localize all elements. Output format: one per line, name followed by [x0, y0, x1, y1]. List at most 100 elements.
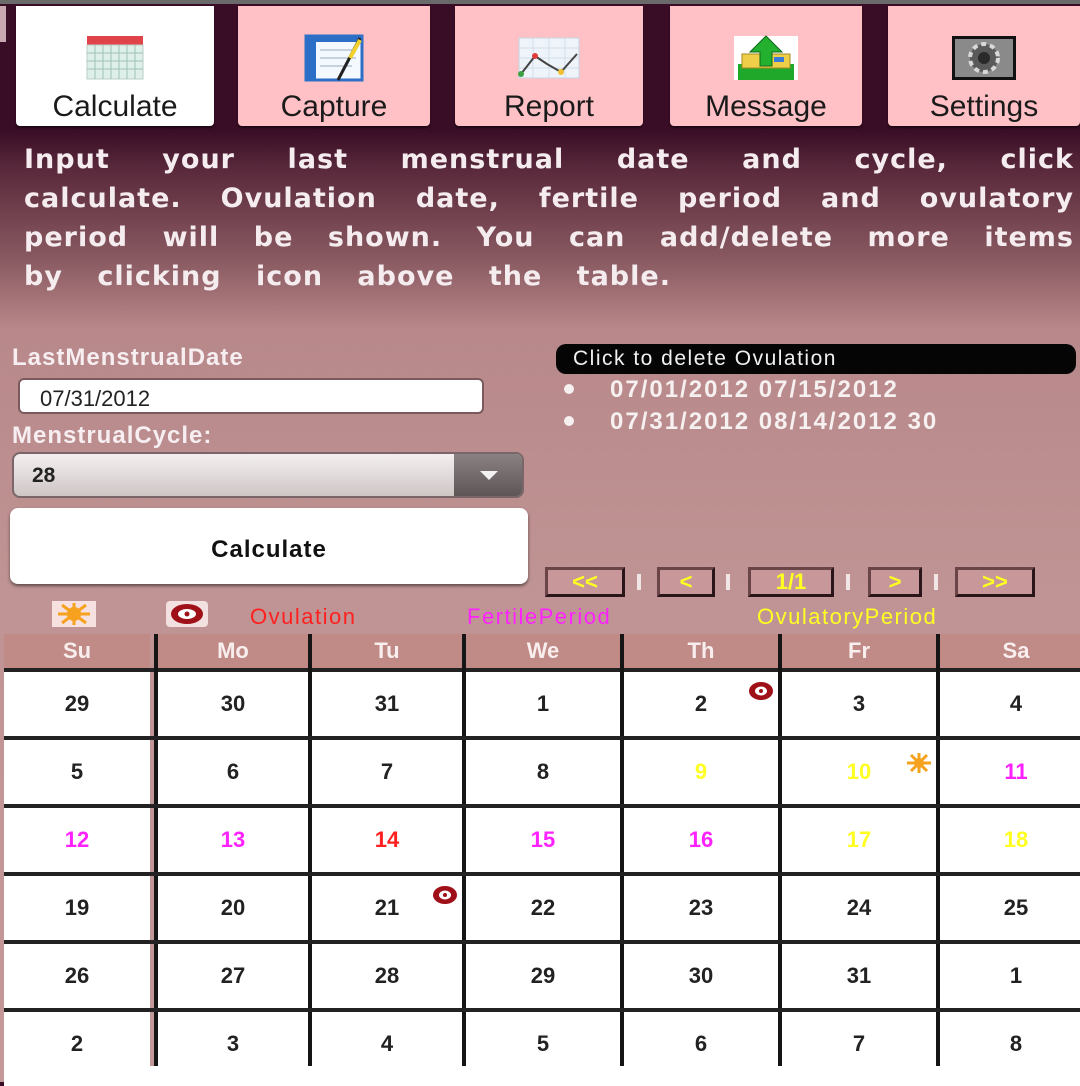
day-number: 12 — [64, 827, 90, 852]
ovulation-item-text: 07/31/2012 08/14/2012 30 — [610, 408, 939, 435]
legend-ovulation: Ovulation — [250, 604, 357, 629]
day-number: 28 — [374, 963, 400, 988]
calendar-day-cell[interactable]: 1 — [940, 944, 1080, 1008]
calendar-day-cell[interactable]: 5 — [4, 740, 150, 804]
tab-capture[interactable]: Capture — [238, 6, 430, 126]
calendar-day-cell[interactable]: 31 — [312, 672, 462, 736]
ovulation-list-item[interactable]: 07/31/2012 08/14/2012 30 — [556, 406, 1080, 438]
weekday-header-su: Su — [4, 634, 150, 668]
calendar-day-cell[interactable]: 31 — [782, 944, 936, 1008]
day-number: 26 — [64, 963, 90, 988]
page-indicator[interactable]: 1/1 — [748, 567, 834, 597]
day-number: 31 — [374, 691, 400, 716]
grid-line — [936, 634, 940, 1066]
day-number: 27 — [220, 963, 246, 988]
day-number: 9 — [694, 759, 708, 784]
calendar-day-cell[interactable]: 22 — [466, 876, 620, 940]
calendar-day-cell[interactable]: 30 — [158, 672, 308, 736]
day-number: 18 — [1003, 827, 1029, 852]
tab-settings[interactable]: Settings — [888, 6, 1080, 126]
calendar-day-cell[interactable]: 1 — [466, 672, 620, 736]
calendar-day-cell[interactable]: 18 — [940, 808, 1080, 872]
tab-message[interactable]: Message — [670, 6, 862, 126]
grid-line — [4, 940, 1080, 944]
grid-line — [462, 634, 466, 1066]
weekday-header-we: We — [466, 634, 620, 668]
weekday-header-sa: Sa — [940, 634, 1080, 668]
ovulation-list-item[interactable]: 07/01/2012 07/15/2012 — [556, 374, 1080, 406]
calendar-day-cell[interactable]: 27 — [158, 944, 308, 1008]
day-number: 15 — [530, 827, 556, 852]
calendar-day-cell[interactable]: 25 — [940, 876, 1080, 940]
calendar-day-cell[interactable]: 30 — [624, 944, 778, 1008]
calendar-day-cell[interactable]: 16 — [624, 808, 778, 872]
day-number: 29 — [64, 691, 90, 716]
pager-separator — [726, 574, 730, 590]
day-number: 20 — [220, 895, 246, 920]
day-number: 4 — [1009, 691, 1023, 716]
delete-item-target-icon[interactable] — [166, 601, 208, 627]
day-number: 24 — [846, 895, 872, 920]
calendar-day-cell[interactable]: 21 — [312, 876, 462, 940]
day-number: 1 — [1009, 963, 1023, 988]
calendar-day-cell[interactable]: 12 — [4, 808, 150, 872]
last-menstrual-date-label: LastMenstrualDate — [12, 344, 244, 371]
calendar-day-cell[interactable]: 2 — [624, 672, 778, 736]
chevron-down-icon[interactable] — [454, 454, 522, 496]
calendar-day-cell[interactable]: 24 — [782, 876, 936, 940]
pager-separator — [934, 574, 938, 590]
calendar-day-cell[interactable]: 4 — [940, 672, 1080, 736]
target-marker-icon — [749, 682, 773, 700]
calendar-bottom-area — [4, 1066, 1080, 1086]
calendar-icon — [86, 36, 144, 80]
tab-report[interactable]: Report — [455, 6, 643, 126]
day-number: 6 — [226, 759, 240, 784]
tab-label: Calculate — [52, 90, 178, 123]
calendar-day-cell[interactable]: 11 — [940, 740, 1080, 804]
calendar-day-cell[interactable]: 14 — [312, 808, 462, 872]
calendar-day-cell[interactable]: 20 — [158, 876, 308, 940]
legend-ovulatory-period: OvulatoryPeriod — [757, 604, 938, 629]
calendar-day-cell[interactable]: 9 — [624, 740, 778, 804]
calendar-day-cell[interactable]: 10 — [782, 740, 936, 804]
calendar-day-cell[interactable]: 29 — [4, 672, 150, 736]
instructions-line: period will be shown. You can add/delete… — [24, 222, 1074, 253]
pager-separator — [846, 574, 850, 590]
tab-bar: Calculate Capture Report Message Setting… — [0, 4, 1080, 128]
delete-ovulation-button[interactable]: Click to delete Ovulation — [556, 344, 1076, 374]
calendar-day-cell[interactable]: 23 — [624, 876, 778, 940]
ovulation-list: 07/01/2012 07/15/2012 07/31/2012 08/14/2… — [556, 374, 1080, 438]
day-number: 30 — [220, 691, 246, 716]
calculate-button[interactable]: Calculate — [10, 508, 528, 584]
calendar-day-cell[interactable]: 19 — [4, 876, 150, 940]
calendar-day-cell[interactable]: 17 — [782, 808, 936, 872]
weekday-header-mo: Mo — [158, 634, 308, 668]
line-chart-icon — [518, 37, 580, 79]
calendar-day-cell[interactable]: 6 — [158, 740, 308, 804]
last-page-button[interactable]: >> — [955, 567, 1035, 597]
calendar-day-cell[interactable]: 8 — [466, 740, 620, 804]
tab-calculate[interactable]: Calculate — [16, 6, 214, 126]
calendar-day-cell[interactable]: 29 — [466, 944, 620, 1008]
next-page-button[interactable]: > — [868, 567, 922, 597]
day-number: 11 — [1004, 759, 1028, 784]
prev-page-button[interactable]: < — [657, 567, 715, 597]
calendar-day-cell[interactable]: 15 — [466, 808, 620, 872]
menstrual-cycle-value: 28 — [32, 464, 56, 487]
calendar-day-cell[interactable]: 7 — [312, 740, 462, 804]
calendar-day-cell[interactable]: 26 — [4, 944, 150, 1008]
calendar-day-cell[interactable]: 13 — [158, 808, 308, 872]
menstrual-cycle-select[interactable]: 28 — [12, 452, 524, 498]
add-item-sun-icon[interactable] — [52, 601, 96, 627]
day-number: 7 — [380, 759, 394, 784]
calendar-day-cell[interactable]: 28 — [312, 944, 462, 1008]
weekday-header-th: Th — [624, 634, 778, 668]
grid-line — [4, 1008, 1080, 1012]
last-menstrual-date-input[interactable]: 07/31/2012 — [18, 378, 484, 414]
calendar-day-cell[interactable]: 3 — [782, 672, 936, 736]
first-page-button[interactable]: << — [545, 567, 625, 597]
menstrual-cycle-label: MenstrualCycle: — [12, 422, 213, 449]
day-number: 19 — [64, 895, 90, 920]
pager-separator — [637, 574, 641, 590]
tab-label: Settings — [929, 90, 1039, 123]
